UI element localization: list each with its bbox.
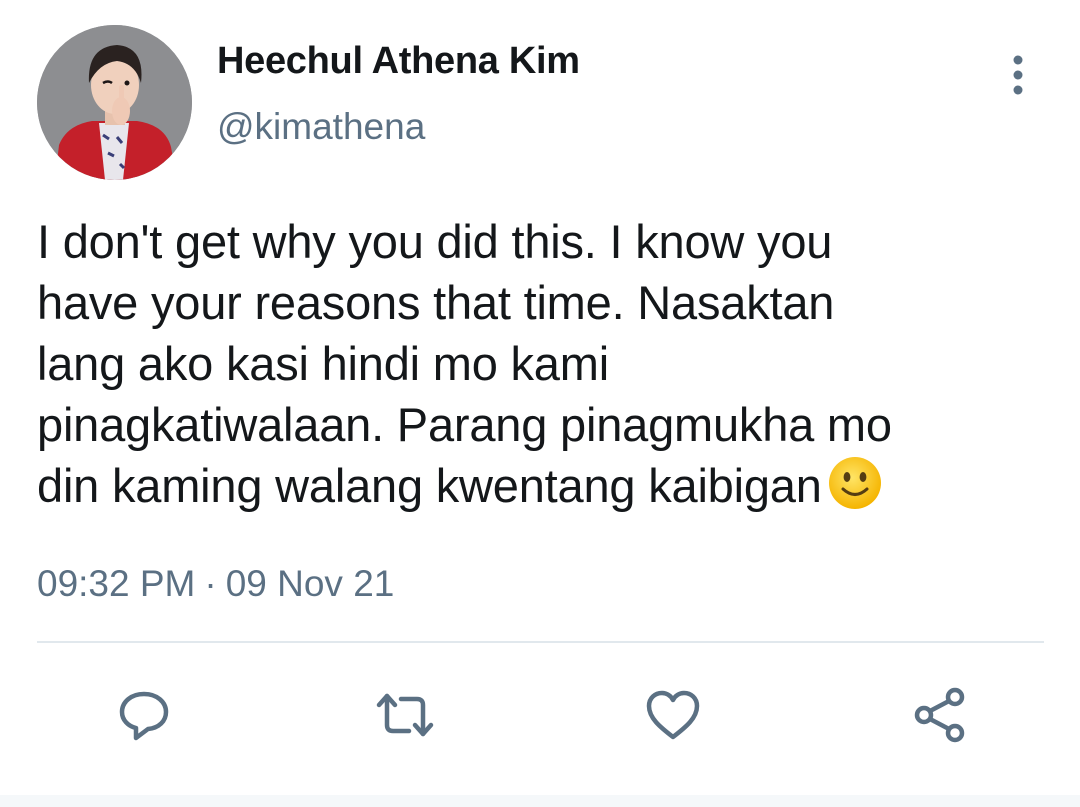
tweet-card: Heechul Athena Kim @kimathena I don't ge…: [0, 0, 1080, 807]
user-handle[interactable]: @kimathena: [217, 106, 425, 148]
heart-icon: [646, 690, 700, 740]
bottom-separator: [0, 795, 1080, 807]
retweet-arrows-icon: [376, 693, 434, 737]
more-options-icon[interactable]: [998, 54, 1038, 98]
tweet-timestamp[interactable]: 09:32 PM · 09 Nov 21: [37, 563, 394, 605]
tweet-date: 09 Nov 21: [225, 563, 395, 604]
reply-button[interactable]: [109, 680, 179, 750]
tweet-text: I don't get why you did this. I know you…: [37, 211, 1047, 524]
share-nodes-icon: [914, 687, 965, 743]
slightly-smiling-face-icon: [828, 456, 882, 524]
divider: [37, 641, 1044, 643]
profile-photo-icon: [37, 25, 192, 180]
retweet-button[interactable]: [370, 680, 440, 750]
avatar[interactable]: [37, 25, 192, 180]
comment-bubble-icon: [119, 691, 169, 741]
display-name[interactable]: Heechul Athena Kim: [217, 40, 580, 83]
like-button[interactable]: [638, 680, 708, 750]
tweet-time: 09:32 PM: [37, 563, 196, 604]
meta-separator: ·: [204, 563, 217, 604]
action-bar: [0, 680, 1080, 750]
tweet-text-content: I don't get why you did this. I know you…: [37, 215, 892, 512]
share-button[interactable]: [905, 680, 975, 750]
